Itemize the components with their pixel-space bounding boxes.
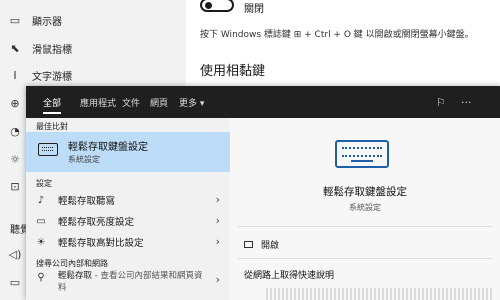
open-label: 開啟 [261,241,280,251]
keyboard-icon [335,140,389,168]
web-help-heading: 從網路上取得快速說明 [244,271,335,281]
text-cursor-icon: Ι [13,68,17,82]
open-action[interactable]: 開啟 [244,238,279,251]
sidebar-item-label: 文字游標 [32,71,72,83]
sidebar-item-label: 滑鼠指標 [32,44,72,56]
result-dictation[interactable]: ♪ 輕鬆存取聽寫 › [26,190,230,210]
high-contrast-icon: ☼ [10,152,20,166]
result-web-search[interactable]: ⚲ 輕鬆存取 - 查看公司內部結果和網頁資 料 › [26,270,230,300]
search-flyout: 全部 應用程式 文件 網頁 更多 ▾ ⚐ ··· 最佳比對 輕鬆存取鍵盤設定 系… [26,86,500,300]
result-label: 輕鬆存取聽寫 [58,196,116,207]
sidebar-item-mouse-pointer[interactable]: ⬉ 滑鼠指標 [8,38,72,58]
divider [238,258,492,259]
microphone-icon: ♪ [37,194,45,206]
results-list: 最佳比對 輕鬆存取鍵盤設定 系統設定 設定 ♪ 輕鬆存取聽寫 › ▭ 輕鬆存取亮… [26,118,230,300]
tab-apps[interactable]: 應用程式 [80,86,116,118]
open-window-icon [244,241,253,248]
divider [238,226,492,227]
best-match-label: 最佳比對 [36,122,68,131]
tab-documents[interactable]: 文件 [122,86,140,118]
preview-title: 輕鬆存取鍵盤設定 [323,186,407,198]
result-brightness[interactable]: ▭ 輕鬆存取亮度設定 › [26,211,230,231]
sidebar-item-label: 顯示器 [32,16,62,28]
magnifier-icon: ⊕ [10,96,20,110]
monitor-icon: ▭ [36,215,46,227]
tab-web[interactable]: 網頁 [150,86,168,118]
sidebar-item-text-cursor[interactable]: Ι 文字游標 [8,65,72,85]
result-high-contrast[interactable]: ☀ 輕鬆存取高對比設定 › [26,232,230,252]
chevron-right-icon[interactable]: › [216,273,220,286]
settings-group-label: 設定 [36,179,52,188]
narrator-icon: ⊡ [10,179,20,193]
mouse-pointer-icon: ⬉ [10,41,20,55]
tab-all[interactable]: 全部 [43,86,62,118]
chevron-right-icon[interactable]: › [216,235,220,248]
loading-placeholder [266,288,492,300]
web-group-label: 搜尋公司內部和網路 [36,259,108,268]
keyboard-icon [38,143,58,156]
toggle-state-label: 關閉 [244,4,264,15]
brightness-icon: ☀ [36,236,46,248]
chevron-right-icon[interactable]: › [216,214,220,227]
best-match-result[interactable]: 輕鬆存取鍵盤設定 系統設定 [26,132,230,172]
search-icon: ⚲ [37,272,45,283]
more-options-icon[interactable]: ··· [461,86,472,118]
captions-icon: ▭ [9,275,21,289]
feedback-icon[interactable]: ⚐ [436,86,446,118]
result-label: 輕鬆存取亮度設定 [58,217,135,228]
result-preview-pane: 輕鬆存取鍵盤設定 系統設定 開啟 從網路上取得快速說明 [230,118,500,300]
best-match-subtitle: 系統設定 [68,155,100,164]
web-result-title: 輕鬆存取 [58,271,93,281]
search-tab-bar: 全部 應用程式 文件 網頁 更多 ▾ ⚐ ··· [26,86,500,118]
audio-icon: ◁) [8,247,22,261]
preview-subtitle: 系統設定 [349,203,381,212]
web-result-desc-cont: 料 [58,283,67,293]
result-label: 輕鬆存取高對比設定 [58,238,144,249]
chevron-right-icon[interactable]: › [216,193,220,206]
monitor-icon: ▭ [9,13,21,27]
section-heading: 使用相黏鍵 [200,64,266,79]
tab-more[interactable]: 更多 ▾ [179,86,204,118]
toggle-description: 按下 Windows 標誌鍵 ⊞ + Ctrl + O 鍵 以開啟或關閉螢幕小鍵… [200,30,474,40]
best-match-title: 輕鬆存取鍵盤設定 [68,142,148,153]
on-screen-keyboard-toggle[interactable] [200,0,234,12]
web-result-desc: - 查看公司內部結果和網頁資 [92,271,203,281]
sidebar-item-display[interactable]: ▭ 顯示器 [8,10,62,30]
color-filter-icon: ◔ [10,124,20,138]
